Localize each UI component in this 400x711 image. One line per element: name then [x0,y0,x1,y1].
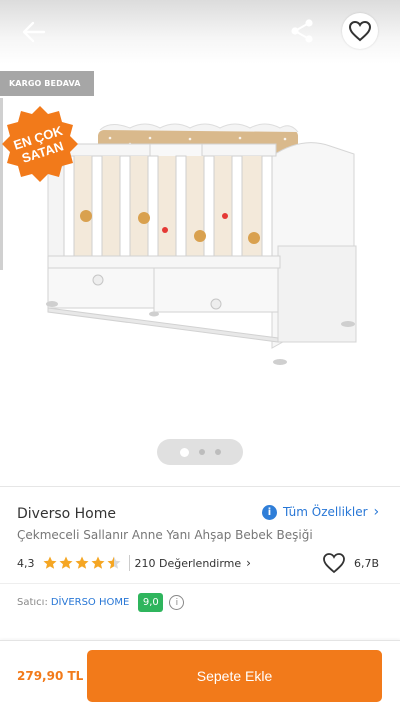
product-info: Diverso Home i Tüm Özellikler › Çekmecel… [0,486,400,641]
heart-outline-icon[interactable] [322,552,346,574]
free-shipping-badge: KARGO BEDAVA [0,71,94,96]
price: 279,90 TL [17,669,84,683]
chevron-right-icon: › [246,556,251,570]
seller-label: Satıcı: [17,597,48,608]
gallery-dot[interactable] [214,449,221,455]
gallery-dot[interactable] [179,447,189,457]
gallery-pagination[interactable] [157,439,243,465]
all-features-link[interactable]: i Tüm Özellikler › [262,504,379,520]
brand-name[interactable]: Diverso Home [17,506,116,522]
add-to-cart-button[interactable]: Sepete Ekle [87,650,382,702]
product-image[interactable] [40,118,362,370]
bottom-bar: 279,90 TL Sepete Ekle [0,640,400,711]
product-title: Çekmeceli Sallanır Anne Yanı Ahşap Bebek… [17,528,313,542]
favorite-button[interactable] [342,13,378,49]
reviews-link[interactable]: 210 Değerlendirme [135,557,242,570]
section-divider [0,583,400,584]
seller-name[interactable]: DİVERSO HOME [51,597,130,608]
rating-score: 4,3 [17,556,35,570]
favorite-count[interactable]: 6,7B [322,552,379,574]
info-icon: i [262,504,277,520]
product-image-gallery[interactable]: KARGO BEDAVA EN ÇOK SATAN [0,0,400,478]
favorites-count-label: 6,7B [353,556,379,570]
heart-outline-icon [348,20,372,42]
stars-icon [43,556,120,569]
rating-row: 4,3 210 Değerlendirme › 6,7B [17,552,387,574]
seller-row: Satıcı: DİVERSO HOME 9,0 i [17,593,185,612]
all-features-label: Tüm Özellikler [283,505,368,519]
seller-info-icon[interactable]: i [169,595,185,610]
top-bar [0,0,400,64]
gallery-dot[interactable] [198,449,205,455]
bestseller-badge: EN ÇOK SATAN [2,106,78,182]
seller-score-badge: 9,0 [138,593,164,612]
star-rating [43,556,123,570]
divider [128,555,130,571]
chevron-right-icon: › [373,504,380,520]
arrow-left-icon[interactable] [20,18,48,46]
share-icon[interactable] [288,17,316,45]
